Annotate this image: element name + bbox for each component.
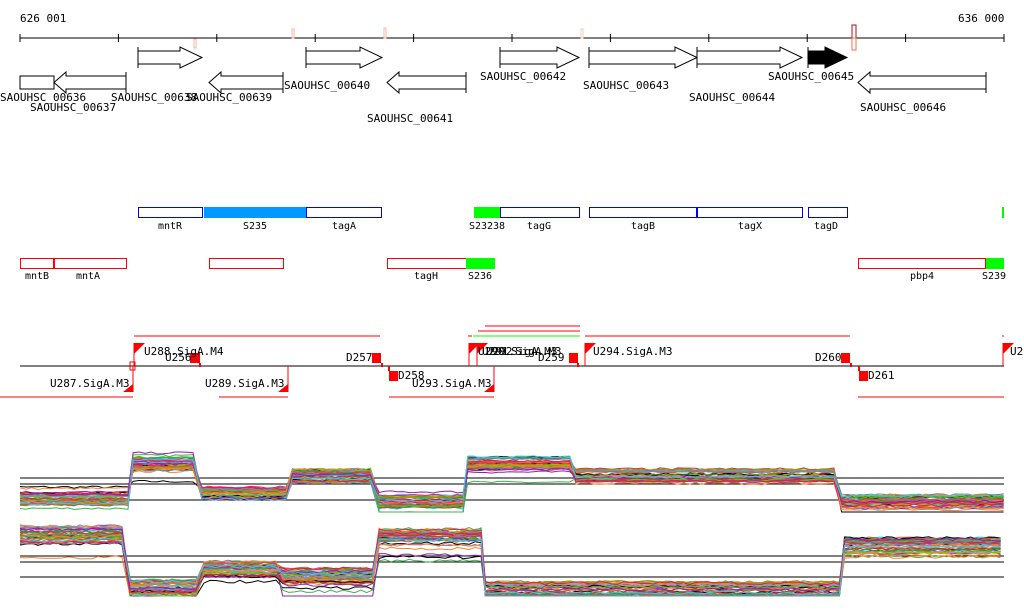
gene-label[interactable]: SAOUHSC_00641 [367, 112, 453, 125]
coordinate-axis: 626 001 636 000 [19, 12, 1005, 51]
gene-arrow-icon[interactable] [386, 70, 467, 95]
gene-label[interactable]: SAOUHSC_00643 [583, 79, 669, 92]
feature-label: pbp4 [910, 271, 934, 282]
reg-label[interactable]: D261 [868, 369, 895, 382]
reg-label[interactable]: D260 [815, 351, 842, 364]
feature-tagH[interactable]: tagH [387, 258, 472, 283]
reg-label[interactable]: U289.SigA.M3 [205, 377, 284, 390]
feature-label: S235 [243, 221, 267, 232]
gene-SAOUHSC_00641[interactable]: SAOUHSC_00641 [367, 70, 467, 125]
gene-arrow-icon[interactable] [137, 46, 204, 69]
gene-arrow-icon[interactable] [807, 46, 849, 69]
reg-label[interactable]: U256 [165, 351, 192, 364]
gene-label[interactable]: SAOUHSC_00642 [480, 70, 566, 83]
feature-label: mntB [25, 271, 49, 282]
gene-arrow-icon[interactable] [696, 46, 804, 69]
feature-label: S23238 [469, 221, 505, 232]
feature-mntA[interactable]: mntA [54, 258, 127, 283]
feature-mntB[interactable]: mntB [20, 258, 54, 283]
plus-feature-track: mntR S235 tagA S23238 tagG tagB tagX tagD [138, 207, 1004, 233]
feature-label: mntR [158, 221, 183, 232]
feature-S235[interactable]: S235 [204, 207, 306, 233]
feature-label: S239 [982, 271, 1006, 282]
gene-SAOUHSC_00646[interactable]: SAOUHSC_00646 [857, 70, 987, 114]
reg-label[interactable]: D257 [346, 351, 373, 364]
feature-label: tagX [738, 221, 762, 232]
feature-label: tagH [414, 271, 438, 282]
feature-unnamed[interactable] [209, 258, 284, 269]
feature-S23238[interactable]: S23238 [469, 207, 505, 233]
gene-arrow-icon[interactable] [53, 70, 127, 95]
feature-label: tagD [814, 221, 838, 232]
feature-tagX[interactable]: tagX [697, 207, 803, 233]
reg-label[interactable]: U294.SigA.M3 [593, 345, 672, 358]
feature-label: mntA [76, 271, 100, 282]
gene-arrow-icon[interactable] [19, 75, 55, 90]
gene-arrow-icon[interactable] [208, 70, 284, 95]
minus-feature-track: mntB mntA tagH S236 pbp4 S239 [20, 258, 1006, 283]
gene-label[interactable]: SAOUHSC_00639 [186, 91, 272, 104]
gene-label[interactable]: SAOUHSC_00637 [30, 101, 116, 114]
gene-track: SAOUHSC_00636SAOUHSC_00637SAOUHSC_00638S… [0, 46, 987, 125]
feature-tagA[interactable]: tagA [306, 207, 382, 233]
feature-tagD[interactable]: tagD [808, 207, 848, 233]
feature-tagG[interactable]: tagG [500, 207, 580, 233]
feature-S236[interactable]: S236 [466, 258, 495, 283]
gene-label[interactable]: SAOUHSC_00640 [284, 79, 370, 92]
axis-start-label: 626 001 [20, 12, 66, 25]
gene-SAOUHSC_00639[interactable]: SAOUHSC_00639 [186, 70, 284, 104]
gene-SAOUHSC_00640[interactable]: SAOUHSC_00640 [284, 46, 384, 92]
genome-browser-view: 626 001 636 000 SAOUHSC_00636SAOUHSC_006… [0, 12, 1024, 597]
reg-label[interactable]: D259 [538, 351, 565, 364]
gene-arrow-icon[interactable] [857, 70, 987, 95]
gene-label[interactable]: SAOUHSC_00644 [689, 91, 775, 104]
expression-track-1 [19, 451, 1004, 513]
gene-SAOUHSC_00642[interactable]: SAOUHSC_00642 [480, 46, 581, 83]
gene-label[interactable]: SAOUHSC_00645 [768, 70, 854, 83]
expression-track-2 [19, 524, 1004, 597]
axis-end-label: 636 000 [958, 12, 1004, 25]
feature-label: S236 [468, 271, 492, 282]
regulation-track: U288.SigA.M4 U256 D257 D258 U287.SigA.M3… [0, 325, 1024, 398]
gene-arrow-icon[interactable] [499, 46, 581, 69]
gene-SAOUHSC_00643[interactable]: SAOUHSC_00643 [583, 46, 699, 92]
feature-unnamed[interactable] [1002, 207, 1004, 218]
feature-label: tagA [332, 221, 356, 232]
feature-label: tagB [631, 221, 655, 232]
gene-label[interactable]: SAOUHSC_00646 [860, 101, 946, 114]
expression-tracks [19, 451, 1004, 597]
feature-mntR[interactable]: mntR [138, 207, 203, 233]
feature-tagB[interactable]: tagB [589, 207, 697, 233]
reg-label[interactable]: U287.SigA.M3 [50, 377, 129, 390]
reg-label[interactable]: U292 [486, 345, 513, 358]
current-position-marker [851, 24, 857, 39]
feature-pbp4[interactable]: pbp4 [858, 258, 986, 283]
gene-arrow-icon[interactable] [305, 46, 384, 69]
gene-label[interactable]: SAOUHSC_00638 [111, 91, 197, 104]
gene-arrow-icon[interactable] [588, 46, 699, 69]
reg-label[interactable]: U29 [1010, 345, 1024, 358]
feature-label: tagG [527, 221, 551, 232]
reg-label[interactable]: U293.SigA.M3 [412, 377, 491, 390]
